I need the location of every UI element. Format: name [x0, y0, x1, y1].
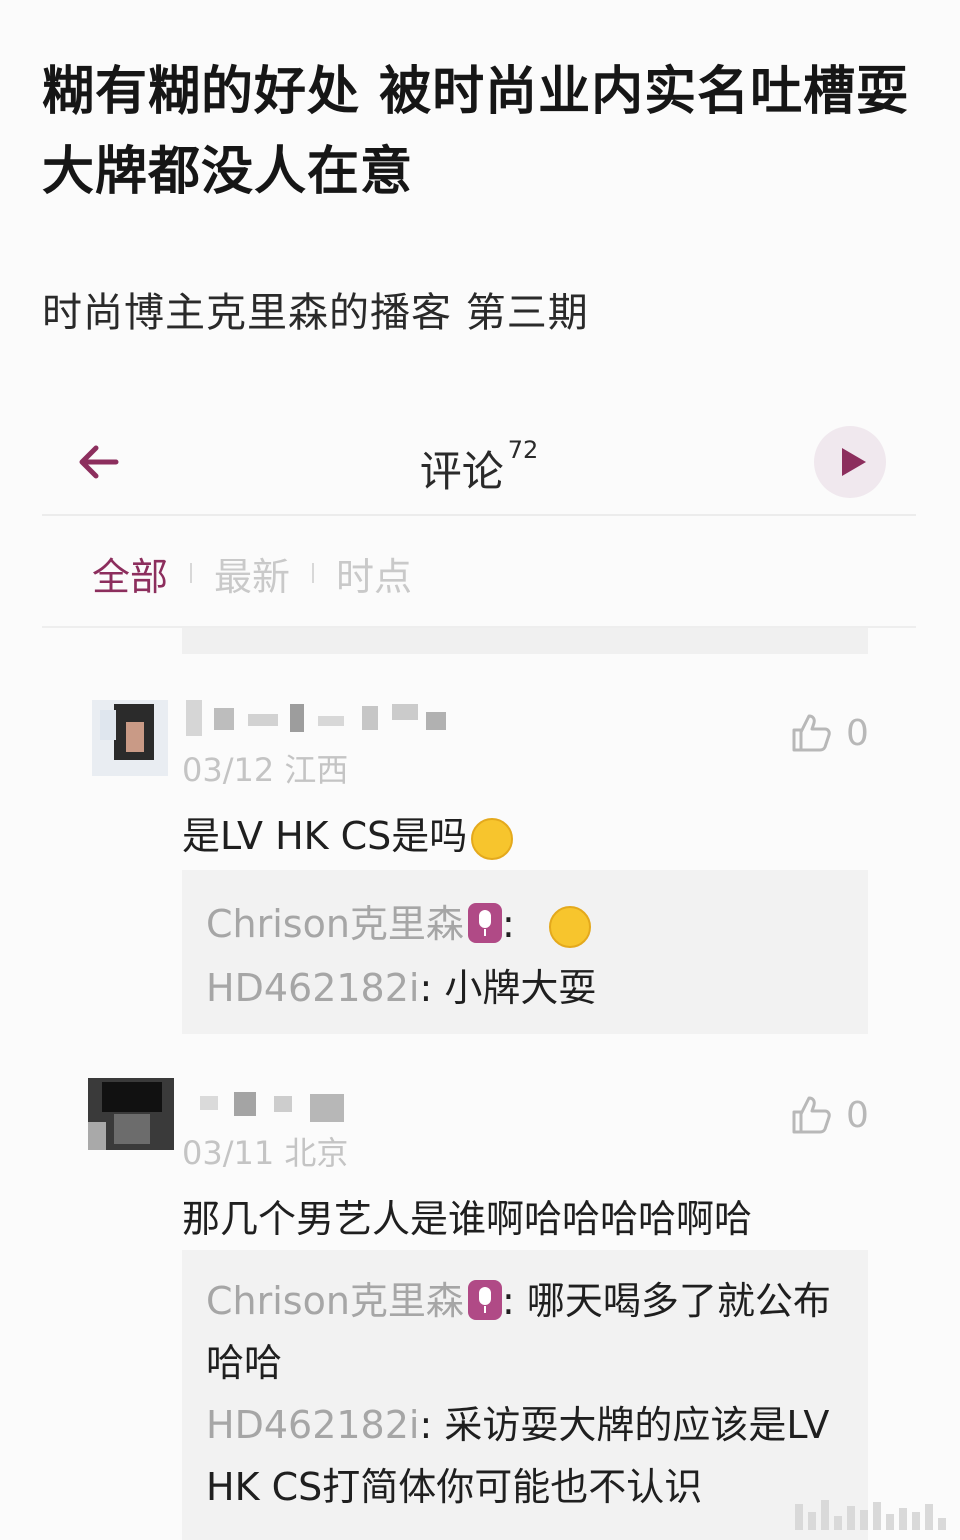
comments-title-label: 评论	[419, 447, 504, 496]
thumbs-up-icon	[792, 714, 831, 752]
mic-icon	[467, 1280, 502, 1320]
smirking-face-emoji	[471, 817, 514, 860]
reply-box[interactable]: Chrison克里森: 哪天喝多了就公布哈哈 HD462182i: 采访耍大牌的…	[182, 1250, 868, 1540]
reply-box[interactable]: Chrison克里森: HD462182i: 小牌大耍	[182, 870, 868, 1034]
previous-reply-box-edge	[182, 628, 868, 654]
comment-meta: 03/12 江西	[182, 751, 349, 789]
comments-title: 评论 72	[42, 436, 916, 499]
comment-body: 是LV HK CS是吗	[182, 814, 468, 858]
reply-separator: :	[501, 1279, 515, 1323]
comment-text: 那几个男艺人是谁啊哈哈哈哈啊哈	[182, 1197, 753, 1241]
tab-separator	[312, 563, 315, 583]
tab-all[interactable]: 全部	[92, 546, 168, 601]
reply-item: HD462182i: 小牌大耍	[206, 956, 844, 1020]
article-headline: 糊有糊的好处 被时尚业内实名吐槽耍大牌都没人在意	[42, 62, 910, 202]
reply-text: 小牌大耍	[444, 966, 597, 1010]
username-blurred[interactable]	[200, 1090, 350, 1126]
like-count: 0	[846, 712, 869, 754]
reply-separator: :	[419, 1403, 433, 1447]
like-button[interactable]: 0	[790, 712, 869, 754]
reply-separator: :	[501, 902, 515, 946]
reply-separator: :	[419, 966, 433, 1010]
tab-timepoint[interactable]: 时点	[336, 546, 412, 601]
tab-separator	[190, 563, 193, 583]
play-button[interactable]	[814, 426, 886, 498]
watermark-bars	[795, 1500, 946, 1530]
play-icon	[842, 448, 866, 476]
tab-latest[interactable]: 最新	[214, 546, 290, 601]
mic-icon	[467, 903, 502, 943]
comments-nav-bar: 评论 72	[42, 420, 916, 516]
comments-count: 72	[507, 436, 539, 464]
comment-filter-tabs: 全部 最新 时点	[92, 546, 412, 601]
username-blurred[interactable]	[186, 700, 456, 736]
article-subtitle: 时尚博主克里森的播客 第三期	[42, 290, 589, 336]
reply-author[interactable]: HD462182i	[206, 966, 419, 1010]
avatar[interactable]	[88, 1078, 174, 1150]
reply-item: Chrison克里森:	[206, 892, 844, 956]
like-count: 0	[846, 1094, 869, 1136]
thumbs-up-icon	[792, 1096, 831, 1134]
reply-item: HD462182i: 采访耍大牌的应该是LV HK CS打简体你可能也不认识	[206, 1394, 844, 1518]
reply-item: Chrison克里森: 哪天喝多了就公布哈哈	[206, 1270, 844, 1394]
shushing-face-emoji	[548, 905, 591, 948]
like-button[interactable]: 0	[790, 1094, 869, 1136]
reply-author[interactable]: Chrison克里森	[206, 902, 464, 946]
avatar[interactable]	[92, 700, 168, 776]
comment-text: 是LV HK CS是吗	[182, 805, 514, 860]
reply-author[interactable]: HD462182i	[206, 1403, 419, 1447]
comment-meta: 03/11 北京	[182, 1134, 349, 1172]
reply-author[interactable]: Chrison克里森	[206, 1279, 464, 1323]
